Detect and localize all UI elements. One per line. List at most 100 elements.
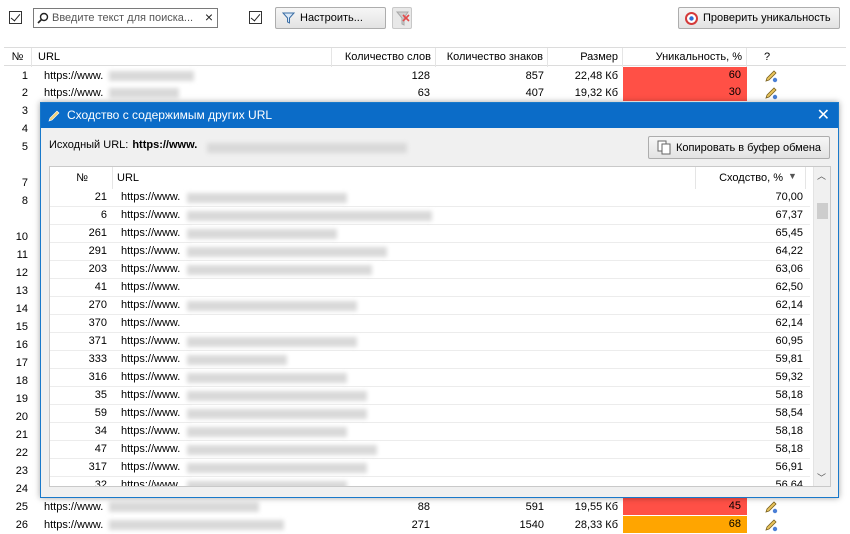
table-row[interactable]: 47 https://www. 58,18 bbox=[50, 441, 810, 459]
checkbox-option[interactable] bbox=[249, 11, 262, 24]
table-row[interactable]: 370 https://www. 62,14 bbox=[50, 315, 810, 333]
row-similarity: 64,22 bbox=[775, 245, 803, 257]
row-words: 63 bbox=[417, 87, 430, 99]
copy-to-clipboard-button[interactable]: Копировать в буфер обмена bbox=[648, 136, 831, 159]
row-num: 24 bbox=[15, 483, 28, 495]
clear-icon[interactable]: × bbox=[205, 9, 213, 25]
row-num: 32 bbox=[94, 479, 107, 487]
row-url: https://www. bbox=[121, 407, 181, 419]
table-row[interactable]: 59 https://www. 58,54 bbox=[50, 405, 810, 423]
table-row[interactable]: 317 https://www. 56,91 bbox=[50, 459, 810, 477]
row-chars: 1540 bbox=[519, 519, 544, 531]
row-num: 21 bbox=[15, 429, 28, 441]
row-num: 15 bbox=[15, 321, 28, 333]
table-row[interactable]: 203 https://www. 63,06 bbox=[50, 261, 810, 279]
configure-button[interactable]: Настроить... bbox=[275, 7, 386, 29]
row-num: 203 bbox=[88, 263, 107, 275]
table-row[interactable]: 291 https://www. 64,22 bbox=[50, 243, 810, 261]
check-uniqueness-button[interactable]: Проверить уникальность bbox=[678, 7, 840, 29]
row-url: https://www. bbox=[121, 389, 181, 401]
row-num: 316 bbox=[88, 371, 107, 383]
search-input[interactable] bbox=[52, 10, 200, 26]
row-similarity: 63,06 bbox=[775, 263, 803, 275]
col-help[interactable]: ? bbox=[747, 48, 787, 67]
row-url: https://www. bbox=[121, 281, 181, 293]
table-row[interactable]: 26 https://www. 271 1540 28,33 Кб 68 bbox=[4, 516, 846, 534]
table-row[interactable]: 270 https://www. 62,14 bbox=[50, 297, 810, 315]
col-url[interactable]: URL bbox=[36, 48, 332, 67]
row-num: 12 bbox=[15, 267, 28, 279]
row-num: 25 bbox=[15, 501, 28, 513]
row-similarity: 59,81 bbox=[775, 353, 803, 365]
table-row[interactable]: 41 https://www. 62,50 bbox=[50, 279, 810, 297]
row-num: 22 bbox=[15, 447, 28, 459]
table-row[interactable]: 316 https://www. 59,32 bbox=[50, 369, 810, 387]
row-url: https://www. bbox=[121, 299, 181, 311]
search-box[interactable]: × bbox=[33, 8, 218, 28]
row-uniqueness: 60 bbox=[623, 67, 747, 84]
row-num: 10 bbox=[15, 231, 28, 243]
row-num: 5 bbox=[21, 141, 28, 153]
col-words[interactable]: Количество слов bbox=[332, 48, 436, 67]
row-similarity: 62,50 bbox=[775, 281, 803, 293]
col-num[interactable]: № bbox=[4, 48, 32, 67]
col-uniqueness[interactable]: Уникальность, % bbox=[623, 48, 747, 67]
similarity-dialog: Сходство с содержимым других URL ✕ Исход… bbox=[40, 102, 839, 498]
table-row[interactable]: 6 https://www. 67,37 bbox=[50, 207, 810, 225]
row-similarity: 60,95 bbox=[775, 335, 803, 347]
edit-icon[interactable] bbox=[764, 518, 778, 532]
row-num: 291 bbox=[88, 245, 107, 257]
search-icon bbox=[37, 12, 49, 24]
table-row[interactable]: 32 https://www. 56,64 bbox=[50, 477, 810, 487]
col-chars[interactable]: Количество знаков bbox=[436, 48, 548, 67]
source-url-value: https://www. bbox=[132, 139, 198, 151]
checkbox-select-all[interactable] bbox=[9, 11, 22, 24]
row-similarity: 70,00 bbox=[775, 191, 803, 203]
row-url: https://www. bbox=[121, 209, 181, 221]
dialog-titlebar[interactable]: Сходство с содержимым других URL ✕ bbox=[41, 103, 838, 128]
close-icon[interactable]: ✕ bbox=[817, 103, 830, 128]
table-row[interactable]: 35 https://www. 58,18 bbox=[50, 387, 810, 405]
row-num: 6 bbox=[100, 209, 107, 221]
table-row[interactable]: 1 https://www. 128 857 22,48 Кб 60 bbox=[4, 67, 846, 85]
row-url: https://www. bbox=[44, 519, 104, 531]
clear-filter-button[interactable] bbox=[392, 7, 412, 29]
vertical-scrollbar[interactable]: ︿ ﹀ bbox=[813, 167, 830, 486]
target-icon bbox=[685, 11, 698, 25]
row-url: https://www. bbox=[121, 353, 181, 365]
col-url[interactable]: URL bbox=[113, 167, 696, 189]
row-url: https://www. bbox=[121, 461, 181, 473]
row-chars: 591 bbox=[525, 501, 544, 513]
row-num: 47 bbox=[94, 443, 107, 455]
row-similarity: 67,37 bbox=[775, 209, 803, 221]
col-num[interactable]: № bbox=[50, 167, 113, 189]
edit-icon[interactable] bbox=[764, 69, 778, 83]
row-url: https://www. bbox=[121, 371, 181, 383]
table-row[interactable]: 25 https://www. 88 591 19,55 Кб 45 bbox=[4, 498, 846, 516]
table-row[interactable]: 34 https://www. 58,18 bbox=[50, 423, 810, 441]
row-similarity: 65,45 bbox=[775, 227, 803, 239]
col-size[interactable]: Размер bbox=[548, 48, 623, 67]
table-row[interactable]: 371 https://www. 60,95 bbox=[50, 333, 810, 351]
row-url: https://www. bbox=[121, 227, 181, 239]
row-num: 13 bbox=[15, 285, 28, 297]
scroll-up-icon[interactable]: ︿ bbox=[817, 169, 826, 182]
scrollbar-thumb[interactable] bbox=[817, 203, 828, 219]
edit-icon[interactable] bbox=[764, 86, 778, 100]
table-row[interactable]: 2 https://www. 63 407 19,32 Кб 30 bbox=[4, 84, 846, 102]
copy-button-label: Копировать в буфер обмена bbox=[676, 141, 822, 154]
table-row[interactable]: 333 https://www. 59,81 bbox=[50, 351, 810, 369]
toolbar: × Настроить... Проверить уникальность bbox=[0, 0, 850, 38]
scroll-down-icon[interactable]: ﹀ bbox=[817, 471, 826, 484]
edit-icon[interactable] bbox=[764, 500, 778, 514]
row-num: 17 bbox=[15, 357, 28, 369]
row-url: https://www. bbox=[44, 87, 104, 99]
row-similarity: 62,14 bbox=[775, 299, 803, 311]
row-similarity: 59,32 bbox=[775, 371, 803, 383]
table-row[interactable]: 261 https://www. 65,45 bbox=[50, 225, 810, 243]
table-row[interactable]: 21 https://www. 70,00 bbox=[50, 189, 810, 207]
row-size: 22,48 Кб bbox=[574, 70, 618, 82]
row-url: https://www. bbox=[121, 335, 181, 347]
row-num: 19 bbox=[15, 393, 28, 405]
row-num: 20 bbox=[15, 411, 28, 423]
